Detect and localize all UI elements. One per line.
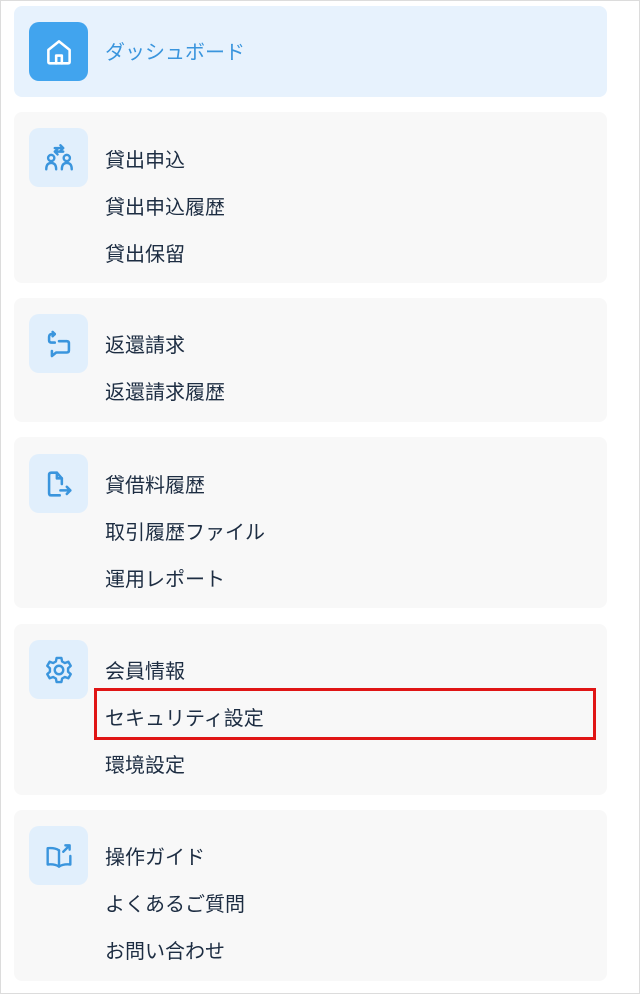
menu-item-operation-guide[interactable]: 操作ガイド [105, 844, 205, 870]
guide-card: 操作ガイド よくあるご質問 お問い合わせ [14, 810, 607, 981]
settings-card: 会員情報 セキュリティ設定 環境設定 [14, 624, 607, 795]
home-icon [29, 22, 88, 81]
menu-item-return-request[interactable]: 返還請求 [105, 332, 185, 358]
gear-icon [29, 640, 88, 699]
menu-item-return-history[interactable]: 返還請求履歴 [105, 379, 225, 405]
menu-item-transaction-history-file[interactable]: 取引履歴ファイル [105, 519, 265, 545]
history-card: 貸借料履歴 取引履歴ファイル 運用レポート [14, 437, 607, 608]
file-export-icon [29, 454, 88, 513]
menu-item-member-info[interactable]: 会員情報 [105, 658, 185, 684]
lending-exchange-icon [29, 128, 88, 187]
menu-item-faq[interactable]: よくあるご質問 [105, 891, 245, 917]
menu-item-lending-application[interactable]: 貸出申込 [105, 147, 185, 173]
menu-panel: ダッシュボード 貸出申込 貸出申込履歴 貸出保留 返還請求 返還請求履歴 貸借料… [0, 0, 640, 994]
menu-item-lending-fee-history[interactable]: 貸借料履歴 [105, 472, 205, 498]
menu-item-contact[interactable]: お問い合わせ [105, 938, 225, 964]
menu-item-operation-report[interactable]: 運用レポート [105, 566, 225, 592]
dashboard-link[interactable]: ダッシュボード [105, 39, 245, 65]
open-book-icon [29, 826, 88, 885]
return-request-icon [29, 314, 88, 373]
return-card: 返還請求 返還請求履歴 [14, 298, 607, 422]
menu-item-environment-settings[interactable]: 環境設定 [105, 752, 185, 778]
lending-card: 貸出申込 貸出申込履歴 貸出保留 [14, 112, 607, 283]
menu-item-lending-history[interactable]: 貸出申込履歴 [105, 194, 225, 220]
menu-item-lending-pending[interactable]: 貸出保留 [105, 241, 185, 267]
dashboard-card[interactable]: ダッシュボード [14, 6, 607, 97]
menu-item-security-settings[interactable]: セキュリティ設定 [105, 705, 264, 731]
